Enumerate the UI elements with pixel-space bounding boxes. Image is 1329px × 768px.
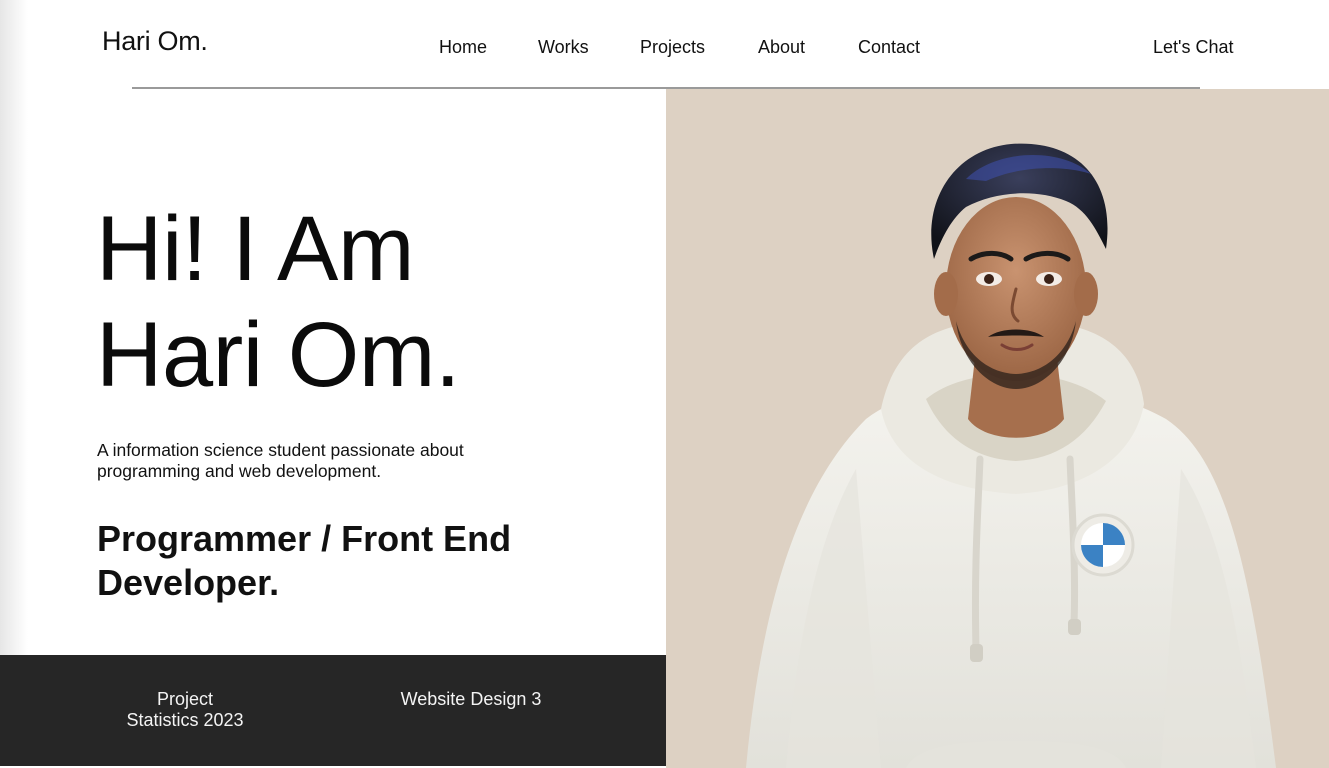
nav-projects[interactable]: Projects — [640, 37, 705, 58]
hero-image — [666, 89, 1329, 768]
stat-project-statistics: Project Statistics 2023 — [110, 689, 260, 731]
hero-role: Programmer / Front End Developer. — [97, 517, 557, 605]
hoodie-emblem — [1071, 513, 1135, 577]
stat-project-year: Statistics 2023 — [126, 710, 244, 730]
nav-home[interactable]: Home — [439, 37, 487, 58]
hero-title: Hi! I Am Hari Om. — [96, 196, 461, 408]
hero-description: A information science student passionate… — [97, 440, 464, 481]
nav-works[interactable]: Works — [538, 37, 589, 58]
hero-role-line-2: Developer. — [97, 562, 280, 603]
left-edge-shadow — [0, 0, 28, 655]
stats-bar: Project Statistics 2023 Website Design 3 — [0, 655, 666, 766]
nav-about[interactable]: About — [758, 37, 805, 58]
hero-role-line-1: Programmer / Front End — [97, 518, 512, 559]
portfolio-page: Hari Om. Home Works Projects About Conta… — [0, 0, 1329, 768]
nav-contact[interactable]: Contact — [858, 37, 920, 58]
hero-title-line-1: Hi! I Am — [96, 198, 415, 300]
stat-project-label: Project — [156, 689, 214, 709]
avatar-illustration — [746, 143, 1276, 768]
stat-website-design: Website Design 3 — [400, 689, 542, 709]
site-logo[interactable]: Hari Om. — [102, 26, 208, 57]
hero-title-line-2: Hari Om. — [96, 304, 461, 406]
lets-chat-link[interactable]: Let's Chat — [1153, 37, 1233, 58]
